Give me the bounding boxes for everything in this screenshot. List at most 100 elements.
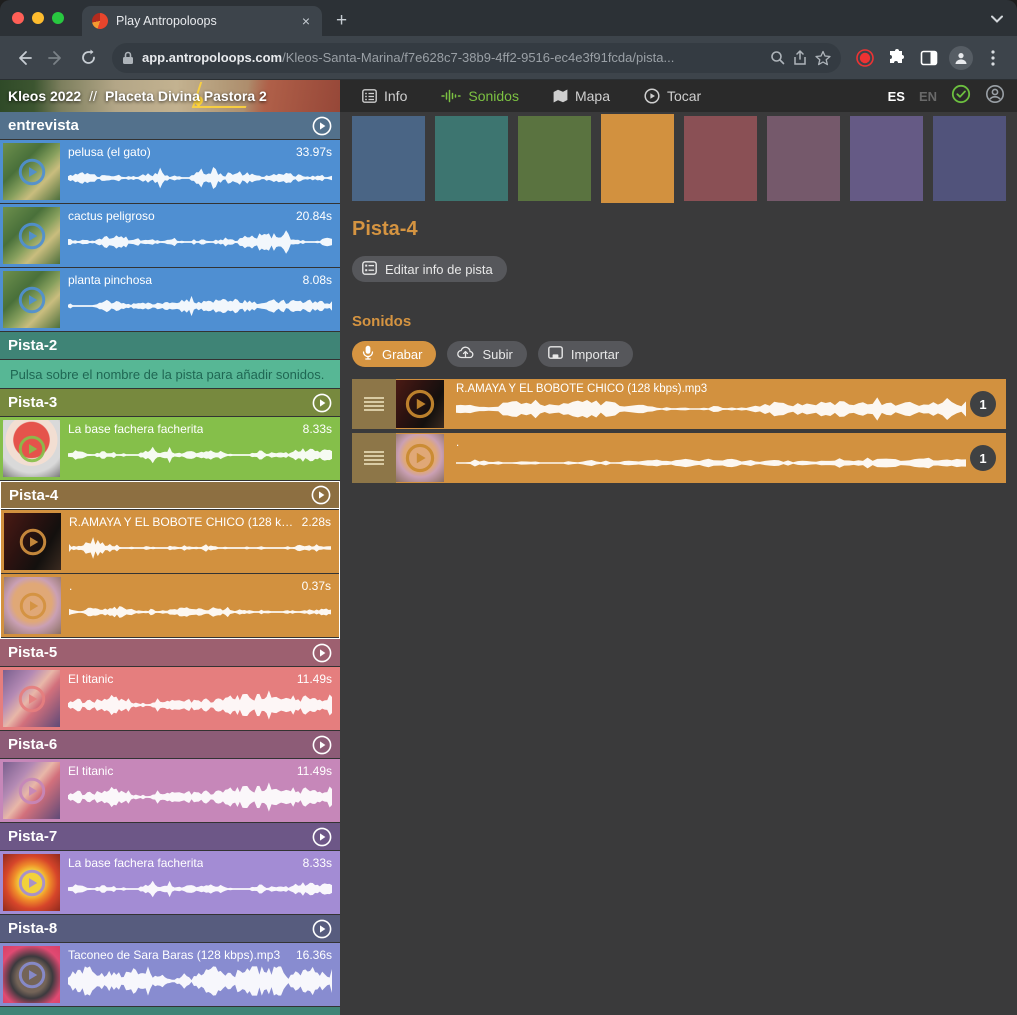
clip-waveform bbox=[68, 163, 332, 193]
clip-body: El titanic11.49s bbox=[60, 667, 340, 730]
audio-clip[interactable]: Taconeo de Sara Baras (128 kbps).mp316.3… bbox=[0, 943, 340, 1006]
track-play-button[interactable] bbox=[311, 485, 331, 505]
fullscreen-window-button[interactable] bbox=[52, 12, 64, 24]
clip-play-overlay-icon[interactable] bbox=[405, 443, 435, 473]
garden-photo-thumbnail[interactable] bbox=[3, 271, 60, 328]
audio-clip[interactable]: cactus peligroso20.84s bbox=[0, 204, 340, 267]
track-header-pista-5[interactable]: Pista-5 bbox=[0, 639, 340, 666]
side-panel-icon[interactable] bbox=[915, 44, 943, 72]
tab-search-chevron-icon[interactable] bbox=[991, 10, 1003, 28]
clip-play-overlay-icon[interactable] bbox=[18, 685, 46, 713]
anime-red-hair-thumbnail[interactable] bbox=[3, 420, 60, 477]
minimize-window-button[interactable] bbox=[32, 12, 44, 24]
forward-button[interactable] bbox=[42, 44, 70, 72]
track-color-tab-1[interactable] bbox=[352, 116, 425, 201]
nav-tab-tocar[interactable]: Tocar bbox=[644, 88, 701, 104]
track-color-tab-4[interactable] bbox=[601, 114, 674, 203]
breadcrumb-project[interactable]: Kleos 2022 bbox=[8, 88, 81, 104]
importar-button[interactable]: Importar bbox=[538, 341, 633, 367]
titanic-anime-thumbnail[interactable] bbox=[3, 762, 60, 819]
tan-face-thumbnail[interactable] bbox=[396, 434, 444, 482]
track-header-pista-4[interactable]: Pista-4 bbox=[1, 482, 339, 509]
track-color-tab-2[interactable] bbox=[435, 116, 508, 201]
track-color-tab-6[interactable] bbox=[767, 116, 840, 201]
clip-play-overlay-icon[interactable] bbox=[19, 528, 47, 556]
account-icon[interactable] bbox=[985, 84, 1005, 109]
track-header-pista-8[interactable]: Pista-8 bbox=[0, 915, 340, 942]
subir-button[interactable]: Subir bbox=[447, 341, 526, 367]
edit-track-info-button[interactable]: Editar info de pista bbox=[352, 256, 507, 282]
grabar-button[interactable]: Grabar bbox=[352, 341, 436, 367]
dark-guitar-thumbnail[interactable] bbox=[4, 513, 61, 570]
track-play-button[interactable] bbox=[312, 735, 332, 755]
track-color-tab-8[interactable] bbox=[933, 116, 1006, 201]
cap-face-pink-thumbnail[interactable] bbox=[3, 946, 60, 1003]
sync-check-icon[interactable] bbox=[951, 84, 971, 109]
audio-clip[interactable]: R.AMAYA Y EL BOBOTE CHICO (128 kbps)....… bbox=[1, 510, 339, 573]
garden-photo-thumbnail[interactable] bbox=[3, 207, 60, 264]
clip-play-overlay-icon[interactable] bbox=[18, 435, 46, 463]
back-button[interactable] bbox=[10, 44, 38, 72]
clip-play-overlay-icon[interactable] bbox=[18, 869, 46, 897]
tan-face-thumbnail[interactable] bbox=[4, 577, 61, 634]
audio-clip[interactable]: .0.37s bbox=[1, 574, 339, 637]
track-header-pista-3[interactable]: Pista-3 bbox=[0, 389, 340, 416]
track-play-button[interactable] bbox=[312, 643, 332, 663]
drag-handle[interactable] bbox=[352, 433, 396, 483]
clip-duration: 20.84s bbox=[296, 209, 332, 223]
nav-tab-sonidos[interactable]: Sonidos bbox=[441, 88, 519, 104]
audio-clip[interactable]: El titanic11.49s bbox=[0, 667, 340, 730]
drag-handle[interactable] bbox=[352, 379, 396, 429]
browser-menu-icon[interactable] bbox=[979, 44, 1007, 72]
address-bar[interactable]: app.antropoloops.com/Kleos-Santa-Marina/… bbox=[112, 43, 841, 73]
clip-play-overlay-icon[interactable] bbox=[19, 592, 47, 620]
extensions-puzzle-icon[interactable] bbox=[883, 44, 911, 72]
track-header-pista-2[interactable]: Pista-2 bbox=[0, 332, 340, 359]
share-icon[interactable] bbox=[793, 50, 807, 66]
track-color-tab-5[interactable] bbox=[684, 116, 757, 201]
titanic-anime-thumbnail[interactable] bbox=[3, 670, 60, 727]
clip-play-overlay-icon[interactable] bbox=[18, 286, 46, 314]
track-header-entrevista[interactable]: entrevista bbox=[0, 112, 340, 139]
clip-play-overlay-icon[interactable] bbox=[18, 158, 46, 186]
track-color-tab-7[interactable] bbox=[850, 116, 923, 201]
map-thumbnail[interactable]: Kleos 2022 // Placeta Divina Pastora 2 bbox=[0, 80, 340, 112]
lang-es-button[interactable]: ES bbox=[888, 89, 905, 104]
audio-clip[interactable]: planta pinchosa8.08s bbox=[0, 268, 340, 331]
dark-guitar-thumbnail[interactable] bbox=[396, 380, 444, 428]
clip-play-overlay-icon[interactable] bbox=[18, 222, 46, 250]
breadcrumb-track[interactable]: Placeta Divina Pastora 2 bbox=[105, 88, 267, 104]
clip-play-overlay-icon[interactable] bbox=[18, 777, 46, 805]
nav-tab-mapa[interactable]: Mapa bbox=[553, 88, 610, 104]
next-track-header-partial[interactable] bbox=[0, 1007, 340, 1015]
track-play-button[interactable] bbox=[312, 393, 332, 413]
tab-close-icon[interactable]: × bbox=[300, 13, 312, 29]
reload-button[interactable] bbox=[74, 44, 102, 72]
record-extension-icon[interactable] bbox=[851, 44, 879, 72]
track-play-button[interactable] bbox=[312, 827, 332, 847]
fire-art-thumbnail[interactable] bbox=[3, 854, 60, 911]
track-header-pista-6[interactable]: Pista-6 bbox=[0, 731, 340, 758]
audio-clip[interactable]: La base fachera facherita8.33s bbox=[0, 417, 340, 480]
track-play-button[interactable] bbox=[312, 116, 332, 136]
sound-row[interactable]: .1 bbox=[352, 433, 1006, 483]
track-color-tab-3[interactable] bbox=[518, 116, 591, 201]
profile-avatar[interactable] bbox=[947, 44, 975, 72]
audio-clip[interactable]: pelusa (el gato)33.97s bbox=[0, 140, 340, 203]
audio-clip[interactable]: La base fachera facherita8.33s bbox=[0, 851, 340, 914]
clip-play-overlay-icon[interactable] bbox=[18, 961, 46, 989]
audio-clip[interactable]: El titanic11.49s bbox=[0, 759, 340, 822]
zoom-page-icon[interactable] bbox=[770, 50, 785, 65]
garden-photo-thumbnail[interactable] bbox=[3, 143, 60, 200]
bookmark-star-icon[interactable] bbox=[815, 50, 831, 66]
clip-play-overlay-icon[interactable] bbox=[405, 389, 435, 419]
lang-en-button[interactable]: EN bbox=[919, 89, 937, 104]
browser-tab[interactable]: Play Antropoloops × bbox=[82, 6, 322, 36]
sound-row[interactable]: R.AMAYA Y EL BOBOTE CHICO (128 kbps).mp3… bbox=[352, 379, 1006, 429]
close-window-button[interactable] bbox=[12, 12, 24, 24]
new-tab-button[interactable]: + bbox=[336, 10, 347, 32]
lock-icon[interactable] bbox=[122, 51, 134, 65]
track-play-button[interactable] bbox=[312, 919, 332, 939]
nav-tab-info[interactable]: Info bbox=[362, 88, 407, 104]
track-header-pista-7[interactable]: Pista-7 bbox=[0, 823, 340, 850]
